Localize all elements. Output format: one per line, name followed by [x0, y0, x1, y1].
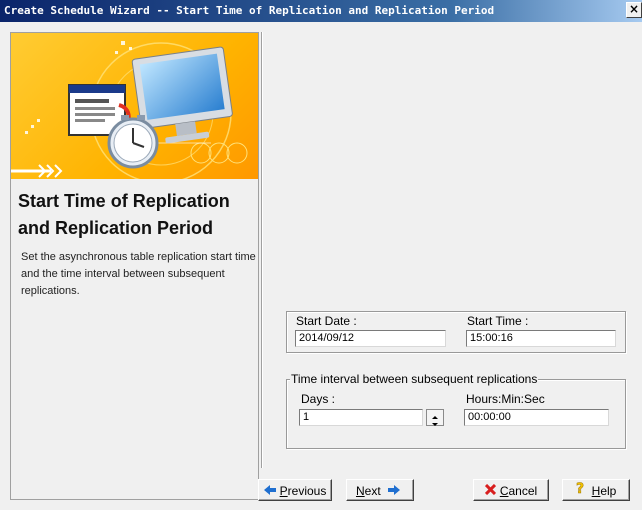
close-icon: × [628, 2, 640, 16]
wizard-banner-image [11, 33, 258, 179]
x-icon [484, 481, 496, 501]
next-mnemonic: N [355, 483, 365, 498]
close-button[interactable]: × [626, 2, 642, 18]
step-title: Start Time of Replication and Replicatio… [18, 191, 230, 238]
computer-clock-illustration [11, 41, 248, 179]
previous-mnemonic: P [279, 483, 288, 498]
svg-text:?: ? [576, 481, 584, 495]
next-label: ext [364, 483, 381, 498]
hms-label: Hours:Min:Sec [466, 392, 545, 406]
days-label: Days : [301, 392, 336, 406]
help-label: elp [600, 483, 617, 498]
start-date-label: Start Date : [296, 314, 357, 328]
spin-down-button[interactable] [427, 418, 443, 426]
start-date-input[interactable]: 2014/09/12 [295, 330, 446, 347]
step-description: Set the asynchronous table replication s… [21, 251, 256, 297]
arrow-left-icon [263, 481, 276, 501]
cancel-button[interactable]: Cancel [473, 479, 549, 501]
question-icon: ? [575, 481, 588, 501]
start-time-input[interactable]: 15:00:16 [466, 330, 616, 347]
title-bar: Create Schedule Wizard -- Start Time of … [0, 0, 642, 22]
arrow-right-icon [388, 481, 401, 501]
interval-group-legend: Time interval between subsequent replica… [290, 372, 539, 386]
next-button[interactable]: Next [346, 479, 414, 501]
help-button[interactable]: ? Help [562, 479, 630, 501]
hms-input[interactable]: 00:00:00 [464, 409, 609, 426]
days-spinner[interactable] [426, 409, 444, 426]
cancel-label: ancel [508, 483, 538, 498]
days-input[interactable]: 1 [299, 409, 423, 426]
pane-divider [261, 32, 263, 468]
previous-button[interactable]: Previous [258, 479, 332, 501]
window-title: Create Schedule Wizard -- Start Time of … [4, 4, 495, 17]
start-time-label: Start Time : [467, 314, 529, 328]
chevron-down-icon [432, 423, 438, 426]
previous-label: revious [287, 483, 327, 498]
spin-up-button[interactable] [427, 410, 443, 419]
wizard-left-pane: Start Time of Replication and Replicatio… [10, 32, 259, 500]
